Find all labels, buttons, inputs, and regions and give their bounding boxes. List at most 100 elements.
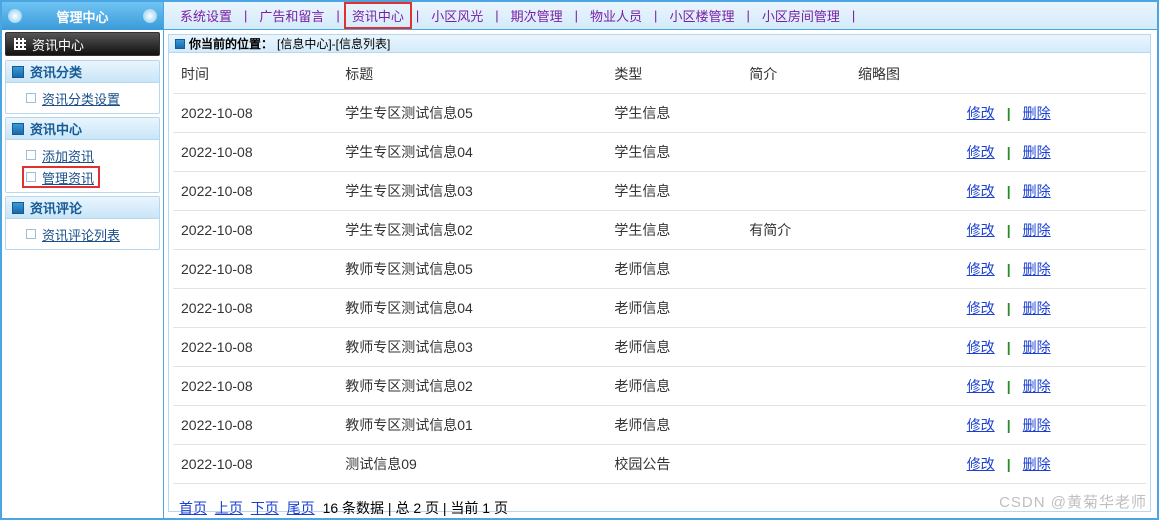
delete-link[interactable]: 删除 — [1023, 456, 1051, 472]
delete-link[interactable]: 删除 — [1023, 222, 1051, 238]
pager-last[interactable]: 尾页 — [287, 500, 315, 516]
sidebar-item[interactable]: 资讯评论列表 — [26, 223, 159, 245]
delete-link[interactable]: 删除 — [1023, 339, 1051, 355]
table-cell: 老师信息 — [606, 367, 741, 406]
top-nav-brand[interactable]: 管理中心 — [2, 2, 164, 30]
table-cell — [850, 445, 959, 484]
data-table: 时间标题类型简介缩略图 2022-10-08学生专区测试信息05学生信息修改|删… — [173, 55, 1146, 484]
table-cell: 2022-10-08 — [173, 289, 337, 328]
table-cell — [850, 133, 959, 172]
table-actions-cell: 修改|删除 — [959, 445, 1146, 484]
sidebar-item-link[interactable]: 添加资讯 — [42, 146, 94, 165]
sidebar-list: 资讯分类设置 — [6, 83, 159, 113]
table-actions-cell: 修改|删除 — [959, 367, 1146, 406]
sidebar-section: 资讯中心添加资讯管理资讯 — [5, 117, 160, 193]
sidebar-item-link[interactable]: 管理资讯 — [42, 168, 94, 187]
sidebar: 资讯中心 资讯分类资讯分类设置资讯中心添加资讯管理资讯资讯评论资讯评论列表 — [2, 30, 164, 518]
topnav-item[interactable]: 小区房间管理 — [754, 2, 848, 29]
table-cell: 2022-10-08 — [173, 172, 337, 211]
sidebar-list: 添加资讯管理资讯 — [6, 140, 159, 192]
table-header-cell: 简介 — [741, 55, 850, 94]
pager-prev[interactable]: 上页 — [215, 500, 243, 516]
table-cell: 测试信息09 — [337, 445, 606, 484]
table-actions-cell: 修改|删除 — [959, 406, 1146, 445]
sidebar-item-link[interactable]: 资讯评论列表 — [42, 225, 120, 244]
edit-link[interactable]: 修改 — [967, 300, 995, 316]
table-wrap: 时间标题类型简介缩略图 2022-10-08学生专区测试信息05学生信息修改|删… — [169, 53, 1150, 518]
square-icon — [12, 202, 24, 214]
app-window: 管理中心 系统设置|广告和留言|资讯中心|小区风光|期次管理|物业人员|小区楼管… — [0, 0, 1159, 520]
brand-label: 管理中心 — [56, 7, 108, 26]
topnav-item[interactable]: 系统设置 — [172, 2, 240, 29]
table-cell: 学生信息 — [606, 94, 741, 133]
table-actions-cell: 修改|删除 — [959, 250, 1146, 289]
table-cell: 2022-10-08 — [173, 445, 337, 484]
edit-link[interactable]: 修改 — [967, 456, 995, 472]
table-row: 2022-10-08测试信息09校园公告 修改|删除 — [173, 445, 1146, 484]
edit-link[interactable]: 修改 — [967, 105, 995, 121]
sidebar-list: 资讯评论列表 — [6, 219, 159, 249]
table-cell: 老师信息 — [606, 289, 741, 328]
table-cell — [741, 445, 850, 484]
table-cell: 2022-10-08 — [173, 367, 337, 406]
sidebar-section-title: 资讯评论 — [30, 198, 82, 217]
table-body: 2022-10-08学生专区测试信息05学生信息修改|删除2022-10-08学… — [173, 94, 1146, 484]
breadcrumb: 你当前的位置： [信息中心]-[信息列表] — [169, 35, 1150, 53]
sidebar-item[interactable]: 添加资讯 — [26, 144, 159, 166]
topnav-item[interactable]: 小区风光 — [423, 2, 491, 29]
table-cell — [850, 367, 959, 406]
delete-link[interactable]: 删除 — [1023, 261, 1051, 277]
edit-link[interactable]: 修改 — [967, 183, 995, 199]
sidebar-item-link[interactable]: 资讯分类设置 — [42, 89, 120, 108]
table-row: 2022-10-08教师专区测试信息05老师信息修改|删除 — [173, 250, 1146, 289]
topnav-item[interactable]: 物业人员 — [582, 2, 650, 29]
table-header-cell: 缩略图 — [850, 55, 959, 94]
table-cell: 校园公告 — [606, 445, 741, 484]
topnav-item[interactable]: 资讯中心 — [344, 2, 412, 29]
table-cell — [741, 289, 850, 328]
table-cell: 教师专区测试信息05 — [337, 250, 606, 289]
pager-first[interactable]: 首页 — [179, 500, 207, 516]
topnav-separator: | — [742, 8, 753, 23]
delete-link[interactable]: 删除 — [1023, 105, 1051, 121]
edit-link[interactable]: 修改 — [967, 378, 995, 394]
body-row: 资讯中心 资讯分类资讯分类设置资讯中心添加资讯管理资讯资讯评论资讯评论列表 你当… — [2, 30, 1157, 518]
edit-link[interactable]: 修改 — [967, 222, 995, 238]
pager: 首页 上页 下页 尾页 16 条数据 | 总 2 页 | 当前 1 页 — [173, 484, 1146, 518]
edit-link[interactable]: 修改 — [967, 339, 995, 355]
pager-next[interactable]: 下页 — [251, 500, 279, 516]
topnav-item[interactable]: 广告和留言 — [251, 2, 332, 29]
table-row: 2022-10-08教师专区测试信息04老师信息修改|删除 — [173, 289, 1146, 328]
edit-link[interactable]: 修改 — [967, 261, 995, 277]
delete-link[interactable]: 删除 — [1023, 300, 1051, 316]
delete-link[interactable]: 删除 — [1023, 183, 1051, 199]
sidebar-section-title: 资讯分类 — [30, 62, 82, 81]
edit-link[interactable]: 修改 — [967, 144, 995, 160]
table-cell — [741, 367, 850, 406]
table-cell: 老师信息 — [606, 250, 741, 289]
topnav-item[interactable]: 期次管理 — [503, 2, 571, 29]
top-nav: 管理中心 系统设置|广告和留言|资讯中心|小区风光|期次管理|物业人员|小区楼管… — [2, 2, 1157, 30]
table-cell — [741, 406, 850, 445]
action-separator: | — [995, 144, 1023, 160]
delete-link[interactable]: 删除 — [1023, 378, 1051, 394]
action-separator: | — [995, 183, 1023, 199]
delete-link[interactable]: 删除 — [1023, 417, 1051, 433]
table-cell — [741, 250, 850, 289]
delete-link[interactable]: 删除 — [1023, 144, 1051, 160]
table-row: 2022-10-08教师专区测试信息02老师信息修改|删除 — [173, 367, 1146, 406]
topnav-separator: | — [412, 8, 423, 23]
sidebar-item[interactable]: 管理资讯 — [22, 166, 100, 188]
square-icon — [26, 229, 36, 239]
topnav-item[interactable]: 小区楼管理 — [661, 2, 742, 29]
sidebar-item[interactable]: 资讯分类设置 — [26, 87, 159, 109]
sidebar-header: 资讯中心 — [5, 32, 160, 56]
table-row: 2022-10-08学生专区测试信息05学生信息修改|删除 — [173, 94, 1146, 133]
table-actions-cell: 修改|删除 — [959, 133, 1146, 172]
table-cell: 教师专区测试信息01 — [337, 406, 606, 445]
edit-link[interactable]: 修改 — [967, 417, 995, 433]
table-header-cell: 类型 — [606, 55, 741, 94]
table-cell: 学生信息 — [606, 133, 741, 172]
table-row: 2022-10-08学生专区测试信息02学生信息有简介修改|删除 — [173, 211, 1146, 250]
table-header-cell: 时间 — [173, 55, 337, 94]
